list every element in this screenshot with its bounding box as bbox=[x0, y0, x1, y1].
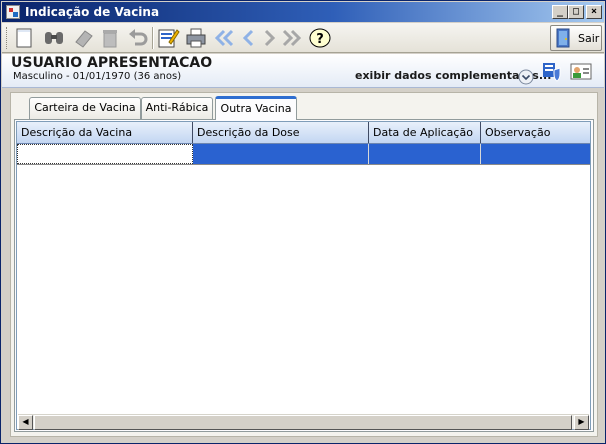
column-header-observacao[interactable]: Observação bbox=[481, 122, 590, 143]
app-icon bbox=[6, 5, 20, 19]
scroll-thumb[interactable] bbox=[34, 415, 572, 430]
tab-outra-vacina[interactable]: Outra Vacina bbox=[215, 96, 297, 120]
toolbar-grip[interactable] bbox=[6, 27, 9, 49]
find-icon[interactable] bbox=[42, 26, 66, 50]
security-icon[interactable] bbox=[541, 60, 563, 82]
next-icon[interactable] bbox=[258, 26, 282, 50]
scroll-right-icon[interactable]: ▶ bbox=[574, 415, 589, 430]
undo-icon[interactable] bbox=[126, 26, 150, 50]
maximize-button[interactable]: □ bbox=[568, 5, 584, 19]
tab-anti-rabica[interactable]: Anti-Rábica bbox=[141, 97, 213, 119]
vaccine-grid: Descrição da Vacina Descrição da Dose Da… bbox=[16, 121, 591, 430]
patient-header: USUARIO APRESENTACAO Masculino - 01/01/1… bbox=[2, 54, 604, 88]
previous-icon[interactable] bbox=[236, 26, 260, 50]
last-icon[interactable] bbox=[280, 26, 304, 50]
exit-button[interactable]: Sair bbox=[550, 25, 602, 51]
application-window: Indicação de Vacina _ □ × ? Sair USUARIO… bbox=[0, 0, 606, 444]
edit-icon[interactable] bbox=[156, 26, 180, 50]
eraser-icon[interactable] bbox=[72, 26, 96, 50]
minimize-button[interactable]: _ bbox=[552, 5, 568, 19]
table-cell[interactable] bbox=[193, 144, 369, 164]
window-title: Indicação de Vacina bbox=[25, 5, 160, 19]
first-icon[interactable] bbox=[212, 26, 236, 50]
table-row[interactable] bbox=[17, 144, 590, 165]
chevron-down-icon[interactable] bbox=[518, 69, 534, 85]
table-cell[interactable] bbox=[369, 144, 481, 164]
toolbar-separator bbox=[152, 27, 154, 49]
horizontal-scrollbar[interactable]: ◀ ▶ bbox=[18, 414, 589, 430]
patient-name: USUARIO APRESENTACAO bbox=[11, 55, 213, 71]
table-cell[interactable] bbox=[17, 144, 193, 164]
toolbar: ? Sair bbox=[2, 23, 604, 53]
grid-header: Descrição da Vacina Descrição da Dose Da… bbox=[17, 122, 590, 144]
delete-icon[interactable] bbox=[98, 26, 122, 50]
patient-info: Masculino - 01/01/1970 (36 anos) bbox=[13, 71, 182, 82]
scroll-left-icon[interactable]: ◀ bbox=[18, 415, 33, 430]
print-icon[interactable] bbox=[184, 26, 208, 50]
column-header-vacina[interactable]: Descrição da Vacina bbox=[17, 122, 193, 143]
help-icon[interactable]: ? bbox=[308, 26, 332, 50]
title-bar[interactable]: Indicação de Vacina _ □ × bbox=[2, 2, 604, 22]
new-icon[interactable] bbox=[12, 26, 36, 50]
close-button[interactable]: × bbox=[586, 5, 602, 19]
exit-button-label: Sair bbox=[578, 32, 600, 45]
column-header-data-aplicacao[interactable]: Data de Aplicação bbox=[369, 122, 481, 143]
svg-text:?: ? bbox=[316, 32, 324, 47]
table-cell[interactable] bbox=[481, 144, 590, 164]
exit-door-icon bbox=[554, 28, 574, 48]
user-card-icon[interactable] bbox=[570, 60, 592, 82]
tab-carteira-de-vacina[interactable]: Carteira de Vacina bbox=[29, 97, 141, 119]
column-header-dose[interactable]: Descrição da Dose bbox=[193, 122, 369, 143]
